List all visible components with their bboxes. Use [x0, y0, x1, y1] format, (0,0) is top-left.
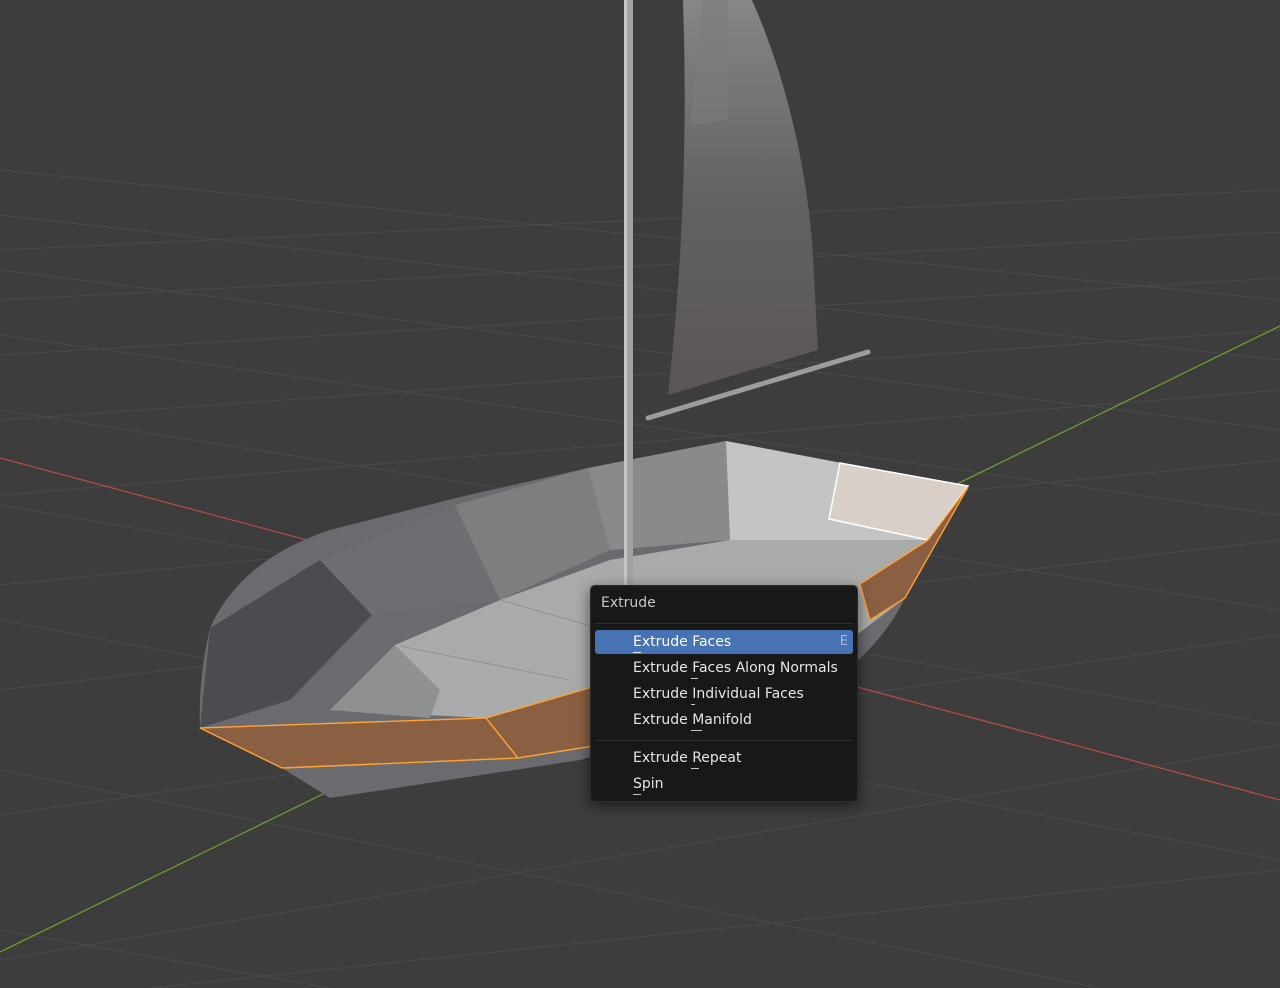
menu-item-label: Spin [633, 776, 664, 792]
sail [668, 0, 818, 395]
menu-item-extrude-individual-faces[interactable]: Extrude Individual Faces [595, 682, 853, 706]
menu-item-extrude-faces[interactable]: Extrude Faces E [595, 630, 853, 654]
menu-separator [595, 740, 853, 741]
extrude-menu: Extrude Extrude Faces E Extrude Faces Al… [590, 585, 858, 802]
menu-item-extrude-repeat[interactable]: Extrude Repeat [595, 746, 853, 770]
menu-item-extrude-manifold[interactable]: Extrude Manifold [595, 708, 853, 732]
menu-item-label: Extrude Manifold [633, 712, 752, 728]
menu-item-spin[interactable]: Spin [595, 772, 853, 796]
menu-item-label: Extrude Individual Faces [633, 686, 804, 702]
3d-viewport[interactable] [0, 0, 1280, 988]
menu-item-extrude-faces-along-normals[interactable]: Extrude Faces Along Normals [595, 656, 853, 680]
menu-separator [595, 623, 853, 624]
menu-item-shortcut: E [839, 634, 848, 649]
menu-item-label: Extrude Repeat [633, 750, 742, 766]
menu-title: Extrude [601, 595, 656, 611]
menu-item-label: Extrude Faces [633, 634, 732, 650]
menu-item-label: Extrude Faces Along Normals [633, 660, 838, 676]
